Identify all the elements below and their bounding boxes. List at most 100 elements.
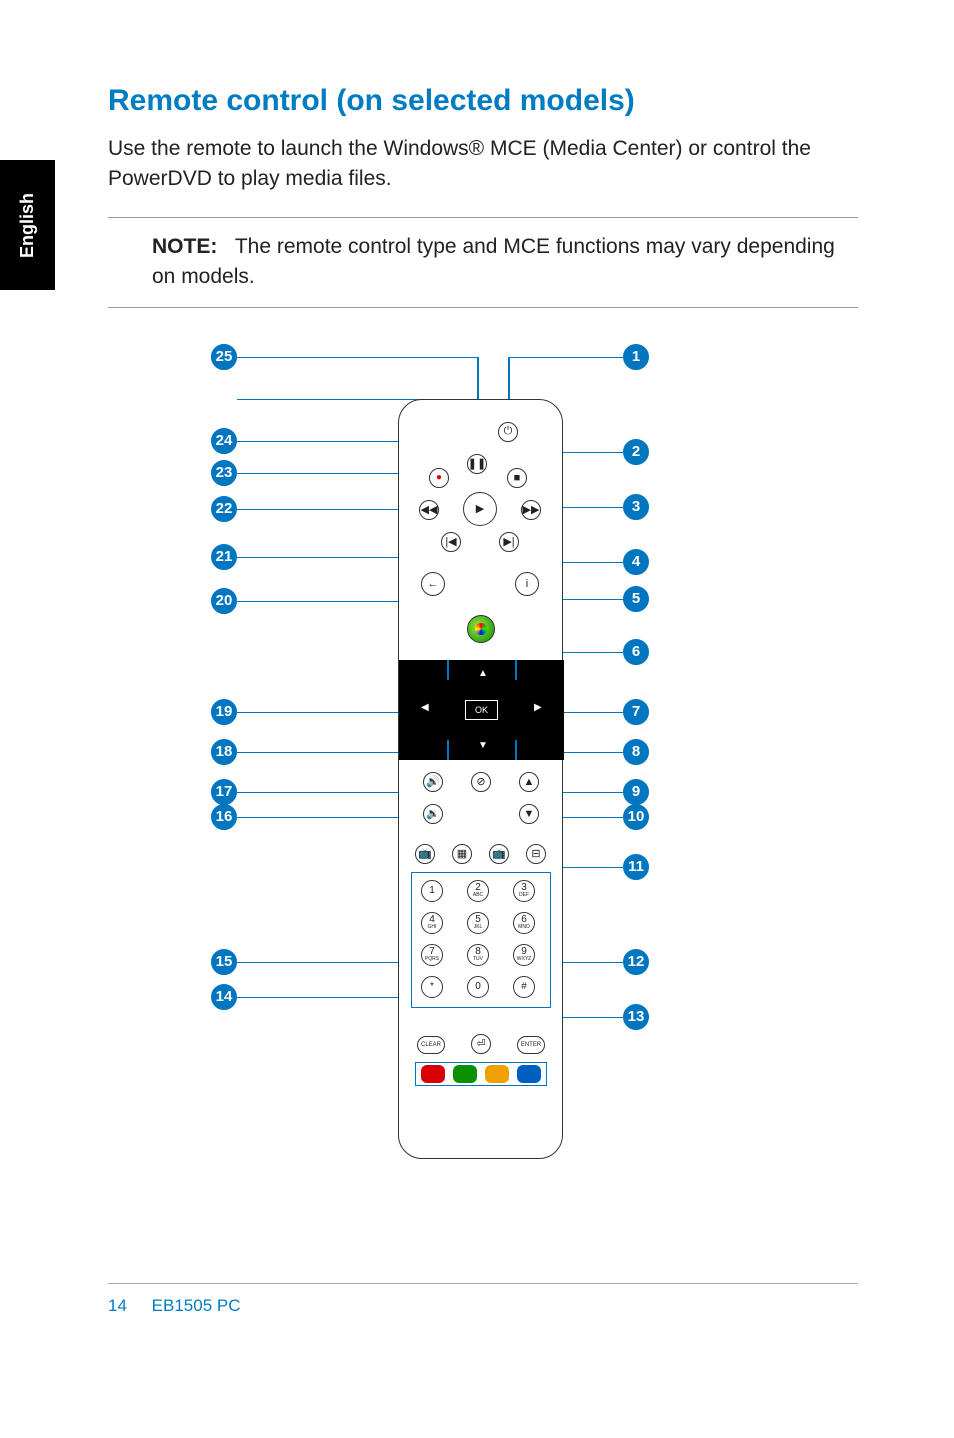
pause-icon: ❚❚ (467, 454, 487, 474)
keypad-6: 6MNO (513, 912, 535, 934)
back-icon: ← (421, 572, 445, 596)
callout-20: 20 (211, 588, 237, 614)
callout-16: 16 (211, 804, 237, 830)
keypad-4: 4GHI (421, 912, 443, 934)
leader (557, 817, 623, 819)
keypad-0: 0 (467, 976, 489, 998)
mute-icon: ⊘ (471, 772, 491, 792)
leader (555, 867, 623, 869)
note-box: NOTE: The remote control type and MCE fu… (108, 217, 858, 308)
callout-8: 8 (623, 739, 649, 765)
language-tab: English (0, 160, 55, 290)
note-text: The remote control type and MCE function… (152, 235, 835, 288)
leader (237, 792, 403, 794)
leader (237, 357, 477, 359)
leader (237, 509, 413, 511)
leader (555, 962, 623, 964)
callout-12: 12 (623, 949, 649, 975)
keypad-5: 5JKL (467, 912, 489, 934)
windows-button-icon (467, 615, 495, 643)
live-tv-icon: 📺 (489, 844, 509, 864)
page-heading: Remote control (on selected models) (108, 84, 858, 118)
leader (237, 441, 425, 443)
callout-10: 10 (623, 804, 649, 830)
callout-15: 15 (211, 949, 237, 975)
leader (237, 752, 409, 754)
clear-button: CLEAR (417, 1036, 445, 1054)
leader (237, 473, 415, 475)
callout-13: 13 (623, 1004, 649, 1030)
callout-21: 21 (211, 544, 237, 570)
callout-25: 25 (211, 344, 237, 370)
nav-right-icon: ▶ (534, 702, 542, 713)
leader (515, 660, 517, 680)
nav-left-icon: ◀ (421, 702, 429, 713)
callout-3: 3 (623, 494, 649, 520)
keypad-2: 2ABC (467, 880, 489, 902)
enter-button: ENTER (517, 1036, 545, 1054)
keypad-1: 1 (421, 880, 443, 902)
volume-down-icon: 🔉 (423, 804, 443, 824)
guide-icon: ▦ (452, 844, 472, 864)
previous-icon: |◀ (441, 532, 461, 552)
info-icon: i (515, 572, 539, 596)
leader (237, 557, 415, 559)
callout-17: 17 (211, 779, 237, 805)
callout-6: 6 (623, 639, 649, 665)
leader (555, 1017, 623, 1019)
page-number: 14 (108, 1296, 127, 1315)
color-button (517, 1065, 541, 1083)
keypad-7: 7PQRS (421, 944, 443, 966)
leader (237, 817, 405, 819)
color-button (453, 1065, 477, 1083)
page-footer: 14 EB1505 PC (108, 1283, 858, 1316)
callout-23: 23 (211, 460, 237, 486)
callout-22: 22 (211, 496, 237, 522)
leader (237, 601, 412, 603)
nav-ok-button: OK (465, 700, 498, 720)
callout-18: 18 (211, 739, 237, 765)
stop-icon: ■ (507, 468, 527, 488)
callout-19: 19 (211, 699, 237, 725)
leader (237, 962, 405, 964)
leader (508, 357, 623, 359)
callout-7: 7 (623, 699, 649, 725)
callout-24: 24 (211, 428, 237, 454)
rewind-icon: ◀◀ (419, 500, 439, 520)
leader (237, 997, 405, 999)
channel-down-icon: ▼ (519, 804, 539, 824)
play-icon: ▶ (463, 492, 497, 526)
callout-11: 11 (623, 854, 649, 880)
keypad-3: 3DEF (513, 880, 535, 902)
remote-diagram: 26 25 24 23 22 21 20 19 18 17 16 15 14 1… (203, 344, 763, 1174)
footer-model: EB1505 PC (152, 1296, 241, 1315)
next-icon: ▶| (499, 532, 519, 552)
record-icon: ● (429, 468, 449, 488)
color-button (485, 1065, 509, 1083)
callout-5: 5 (623, 586, 649, 612)
leader (515, 740, 517, 760)
callout-4: 4 (623, 549, 649, 575)
dvd-menu-icon: ⊟ (526, 844, 546, 864)
nav-down-icon: ▼ (478, 740, 488, 751)
channel-up-icon: ▲ (519, 772, 539, 792)
remote-body: ⏻ ❚❚ ● ■ ◀◀ ▶ ▶▶ |◀ ▶| ← i ▲ (398, 399, 563, 1159)
page-content: Remote control (on selected models) Use … (108, 84, 858, 1174)
navigation-pad: ▲ ◀ OK ▶ ▼ (399, 660, 564, 760)
note-label: NOTE: (152, 235, 217, 258)
keypad-*: * (421, 976, 443, 998)
fast-forward-icon: ▶▶ (521, 500, 541, 520)
callout-9: 9 (623, 779, 649, 805)
teletext-icon: ⏎ (471, 1034, 491, 1054)
leader (447, 740, 449, 760)
volume-icon: 🔊 (423, 772, 443, 792)
intro-paragraph: Use the remote to launch the Windows® MC… (108, 134, 858, 195)
keypad-9: 9WXYZ (513, 944, 535, 966)
nav-up-icon: ▲ (478, 668, 488, 679)
callout-1: 1 (623, 344, 649, 370)
keypad-#: # (513, 976, 535, 998)
callout-2: 2 (623, 439, 649, 465)
power-button-icon: ⏻ (498, 422, 518, 442)
tv-record-icon: 📺 (415, 844, 435, 864)
keypad-8: 8TUV (467, 944, 489, 966)
